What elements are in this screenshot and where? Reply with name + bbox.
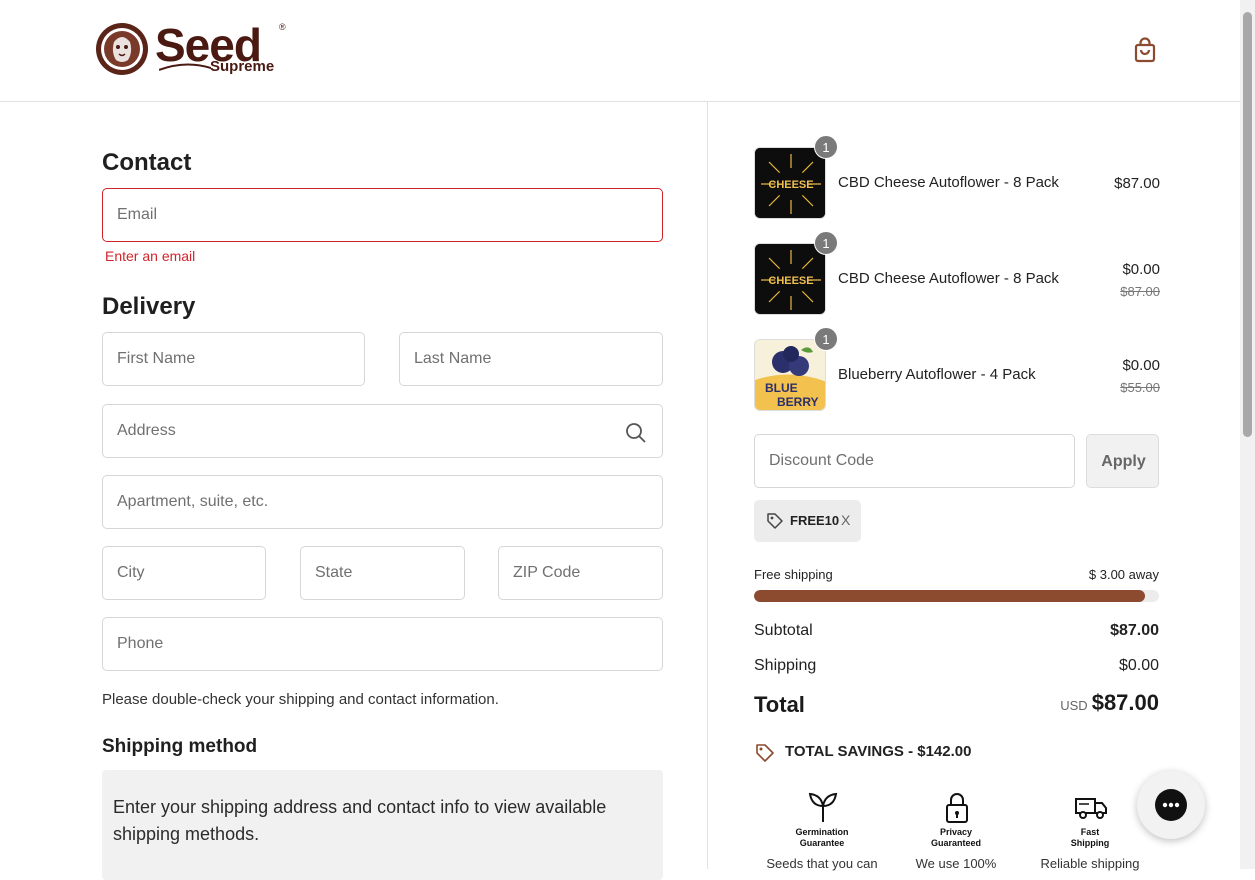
quantity-badge: 1 — [814, 135, 838, 159]
state-placeholder: State — [315, 564, 353, 581]
shopping-bag-icon — [1134, 37, 1156, 63]
shipping-value: $0.00 — [1118, 657, 1159, 674]
badge-title-line1: Privacy — [939, 827, 973, 837]
address-field[interactable]: Address — [102, 404, 663, 458]
zip-field[interactable]: ZIP Code — [498, 546, 663, 600]
last-name-placeholder: Last Name — [414, 350, 492, 367]
email-field[interactable]: Email — [102, 188, 663, 242]
cheese-product-image: CHEESE — [754, 243, 826, 315]
discount-code-placeholder: Discount Code — [769, 452, 874, 469]
email-placeholder: Email — [117, 206, 158, 223]
tag-icon — [767, 513, 783, 529]
blueberry-product-image: BLUE BERRY — [754, 339, 826, 411]
badge-title-line1: Fast — [1080, 827, 1100, 837]
lion-emblem-icon — [96, 23, 148, 75]
item-price: $0.00 — [1122, 261, 1160, 278]
free-shipping-label: Free shipping — [754, 567, 833, 582]
email-error: Enter an email — [105, 248, 196, 264]
svg-text:BLUE: BLUE — [765, 381, 798, 395]
blueberry-art-icon: BLUE BERRY — [755, 340, 825, 410]
checkout-form: Contact Email Enter an email Delivery Fi… — [0, 102, 708, 880]
applied-discount-tag: FREE10 X — [754, 500, 861, 542]
phone-placeholder: Phone — [117, 635, 164, 652]
cart-button[interactable] — [1131, 36, 1159, 64]
site-header: Seed ® Supreme — [0, 0, 1240, 102]
shipping-method-message: Enter your shipping address and contact … — [113, 797, 607, 844]
svg-text:BERRY: BERRY — [777, 395, 819, 409]
contact-heading: Contact — [102, 149, 192, 176]
item-original-price: $55.00 — [1120, 380, 1160, 395]
item-name: CBD Cheese Autoflower - 8 Pack — [838, 270, 1059, 287]
sprout-icon — [808, 792, 838, 822]
address-placeholder: Address — [117, 422, 176, 439]
quantity-badge: 1 — [814, 327, 838, 351]
savings-tag-icon — [756, 744, 774, 762]
free-shipping-progress-fill — [754, 590, 1146, 602]
fast-shipping-badge: Fast Shipping Reliable shipping — [1030, 790, 1150, 871]
zip-placeholder: ZIP Code — [513, 564, 581, 581]
item-price: $87.00 — [1114, 175, 1160, 192]
search-icon[interactable] — [625, 422, 647, 444]
badge-title-line2: Guaranteed — [930, 838, 981, 848]
info-note: Please double-check your shipping and co… — [102, 691, 499, 708]
item-name: Blueberry Autoflower - 4 Pack — [838, 366, 1036, 383]
logo-swoosh — [159, 63, 211, 71]
state-field[interactable]: State — [300, 546, 465, 600]
total-savings-text: TOTAL SAVINGS - $142.00 — [785, 743, 972, 760]
discount-code-value: FREE10 — [790, 513, 840, 528]
cheese-art-icon: CHEESE — [755, 148, 825, 218]
cheese-art-icon: CHEESE — [755, 244, 825, 314]
brand-logo[interactable]: Seed ® Supreme — [95, 19, 290, 82]
cart-item: BLUE BERRY 1 Blueberry Autoflower - 4 Pa… — [754, 327, 1160, 411]
free-shipping-progress — [754, 590, 1159, 602]
shipping-method-placeholder: Enter your shipping address and contact … — [102, 770, 663, 880]
item-price: $0.00 — [1122, 357, 1160, 374]
svg-text:CHEESE: CHEESE — [768, 179, 813, 191]
city-field[interactable]: City — [102, 546, 266, 600]
delivery-heading: Delivery — [102, 293, 196, 320]
shipping-method-heading: Shipping method — [102, 736, 258, 757]
cart-item: CHEESE 1 CBD Cheese Autoflower - 8 Pack … — [754, 231, 1160, 315]
cheese-product-image: CHEESE — [754, 147, 826, 219]
badge-title-line2: Guarantee — [799, 838, 845, 848]
privacy-guaranteed-badge: Privacy Guaranteed We use 100% — [896, 790, 1016, 871]
scrollbar-thumb[interactable] — [1243, 12, 1252, 437]
chat-bubble-icon — [1155, 789, 1187, 821]
item-name: CBD Cheese Autoflower - 8 Pack — [838, 174, 1059, 191]
apply-button-label: Apply — [1101, 453, 1146, 470]
total-amount: USD $87.00 — [959, 690, 1159, 716]
discount-code-field[interactable]: Discount Code — [754, 434, 1075, 488]
last-name-field[interactable]: Last Name — [399, 332, 663, 386]
total-label: Total — [754, 692, 805, 717]
apartment-field[interactable]: Apartment, suite, etc. — [102, 475, 663, 529]
apartment-placeholder: Apartment, suite, etc. — [117, 493, 269, 510]
item-original-price: $87.00 — [1120, 284, 1160, 299]
subtotal-value: $87.00 — [1110, 622, 1159, 639]
first-name-placeholder: First Name — [117, 350, 196, 367]
free-shipping-away: $ 3.00 away — [1088, 567, 1159, 582]
total-value: $87.00 — [1091, 690, 1159, 715]
apply-button[interactable]: Apply — [1086, 434, 1159, 488]
truck-icon — [1075, 798, 1107, 819]
first-name-field[interactable]: First Name — [102, 332, 365, 386]
brand-subname: Supreme — [210, 58, 275, 75]
registered-mark: ® — [279, 22, 286, 32]
shipping-label: Shipping — [754, 657, 817, 674]
order-summary: CHEESE 1 CBD Cheese Autoflower - 8 Pack … — [709, 102, 1240, 871]
badge-title-line2: Shipping — [1070, 838, 1110, 848]
city-placeholder: City — [117, 564, 145, 581]
svg-text:CHEESE: CHEESE — [768, 275, 813, 287]
subtotal-label: Subtotal — [754, 622, 813, 639]
lock-icon — [946, 793, 968, 823]
quantity-badge: 1 — [814, 231, 838, 255]
currency-code: USD — [1060, 698, 1088, 713]
germination-guarantee-badge: Germination Guarantee Seeds that you can — [762, 790, 882, 871]
cart-item: CHEESE 1 CBD Cheese Autoflower - 8 Pack … — [754, 135, 1160, 219]
phone-field[interactable]: Phone — [102, 617, 663, 671]
page-scrollbar[interactable] — [1240, 0, 1255, 869]
chat-launcher-button[interactable] — [1137, 771, 1205, 839]
remove-discount-button[interactable]: X — [841, 512, 850, 528]
badge-title-line1: Germination — [795, 827, 849, 837]
